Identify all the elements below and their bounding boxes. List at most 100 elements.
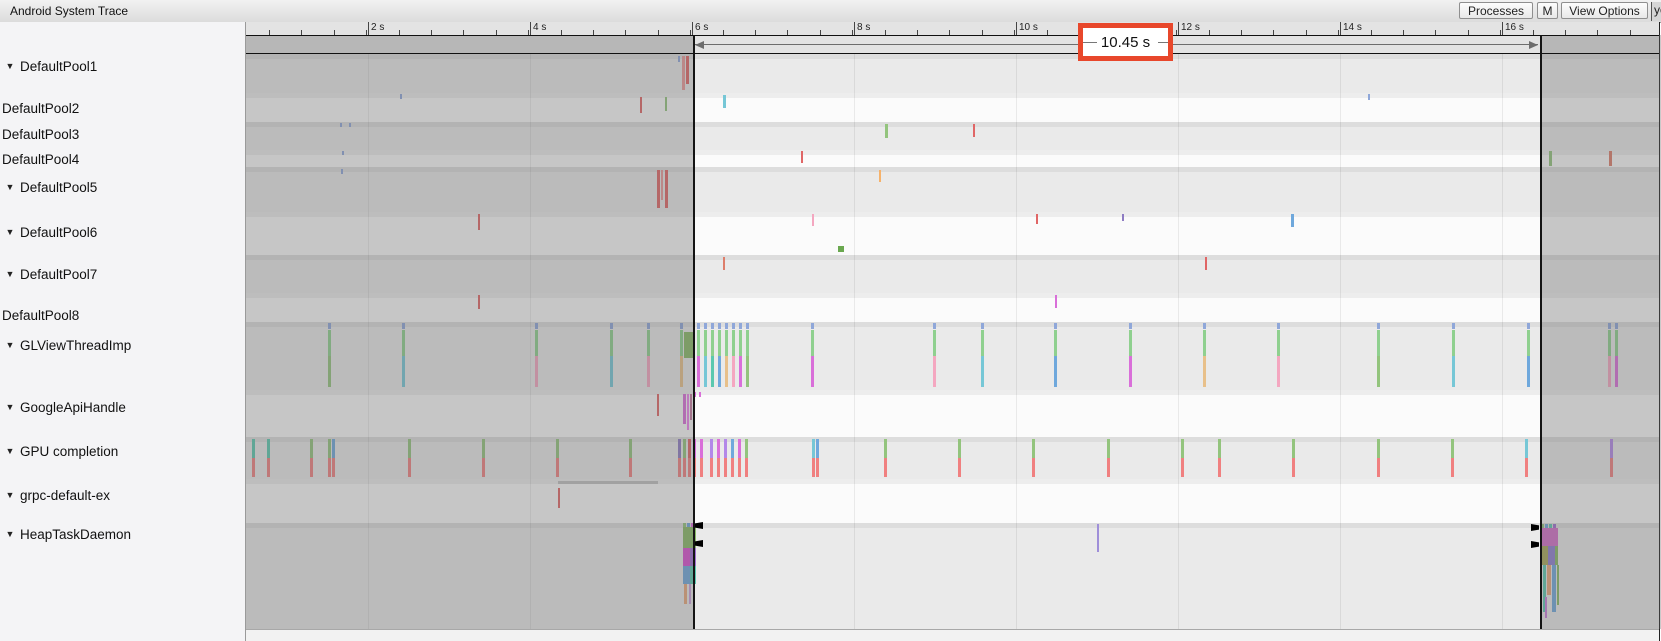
trace-slice-bar — [1292, 439, 1295, 458]
trace-slice-bar — [1107, 439, 1110, 458]
trace-slice-bar — [1451, 458, 1454, 477]
thread-label: DefaultPool4 — [0, 152, 79, 167]
trace-slice-bar — [1377, 439, 1380, 458]
sidebar-item-defaultpool4[interactable]: DefaultPool4 — [0, 151, 79, 167]
trace-mark — [1036, 214, 1038, 224]
ruler-tick-label: 14 s — [1343, 22, 1362, 33]
expander-triangle-icon[interactable]: ▼ — [0, 490, 20, 500]
trace-slice-bar — [933, 323, 936, 329]
trace-slice-bar — [731, 458, 734, 477]
ruler-major-tick — [692, 22, 693, 35]
time-gridline — [1502, 53, 1503, 629]
ruler-minor-tick — [301, 30, 302, 35]
trace-slice-bar — [1452, 323, 1455, 329]
trace-slice-bar — [1292, 458, 1295, 477]
trace-slice-bar — [1527, 330, 1530, 356]
expander-triangle-icon[interactable]: ▼ — [0, 402, 20, 412]
sidebar-item-defaultpool3[interactable]: DefaultPool3 — [0, 126, 79, 142]
trace-slice-bar — [933, 330, 936, 356]
trace-slice-bar — [1218, 458, 1221, 477]
sidebar-item-glviewthreadimp[interactable]: ▼GLViewThreadImp — [0, 337, 131, 353]
ruler-minor-tick — [463, 30, 464, 35]
time-gridline — [1340, 53, 1341, 629]
ruler-major-tick — [1178, 22, 1179, 35]
bottom-strip — [246, 629, 1659, 641]
ruler-minor-tick — [1435, 30, 1436, 35]
trace-mark — [1205, 257, 1207, 270]
ruler-minor-tick — [1597, 30, 1598, 35]
ruler-minor-tick — [625, 30, 626, 35]
ruler-minor-tick — [917, 30, 918, 35]
sidebar-item-defaultpool1[interactable]: ▼DefaultPool1 — [0, 58, 97, 74]
expander-triangle-icon[interactable]: ▼ — [0, 61, 20, 71]
header-button-view-options[interactable]: View Options — [1561, 2, 1648, 19]
ruler-minor-tick — [1630, 30, 1631, 35]
trace-slice-bar — [1277, 330, 1280, 356]
window-title: Android System Trace — [10, 4, 128, 18]
trace-mark — [801, 151, 803, 163]
ruler-minor-tick — [949, 30, 950, 35]
sidebar-item-defaultpool2[interactable]: DefaultPool2 — [0, 100, 79, 116]
sidebar-item-gpu completion[interactable]: ▼GPU completion — [0, 443, 118, 459]
trace-mark — [812, 214, 814, 226]
trace-slice-bar — [1451, 439, 1454, 458]
trace-slice-bar — [732, 323, 735, 329]
trace-slice-bar — [1129, 330, 1132, 356]
trace-slice-bar — [1032, 439, 1035, 458]
thread-label: DefaultPool3 — [0, 127, 79, 142]
trace-slice-bar — [746, 330, 749, 356]
trace-slice-bar — [958, 439, 961, 458]
trace-slice-bar — [811, 330, 814, 356]
trace-slice-bar — [704, 330, 707, 356]
clipped-header-button[interactable]: yo — [1651, 2, 1661, 21]
trace-slice-bar — [697, 323, 700, 329]
thread-list-sidebar: ▼DefaultPool1 DefaultPool2 DefaultPool3 Def… — [0, 22, 246, 641]
trace-mark — [1122, 214, 1124, 221]
trace-slice-bar — [745, 439, 748, 458]
trace-slice-bar — [811, 323, 814, 329]
duration-annotation-box: 10.45 s — [1078, 23, 1173, 61]
trace-slice-bar — [745, 458, 748, 477]
trace-slice-bar — [1377, 323, 1380, 329]
ruler-minor-tick — [1306, 30, 1307, 35]
trace-slice-bar — [1107, 458, 1110, 477]
trace-timeline-canvas[interactable]: 2 s4 s6 s8 s10 s12 s14 s16 s10.45 s — [246, 22, 1660, 641]
expander-triangle-icon[interactable]: ▼ — [0, 340, 20, 350]
header-button-processes[interactable]: Processes — [1459, 2, 1533, 19]
header-button-m[interactable]: M — [1537, 2, 1558, 19]
expander-triangle-icon[interactable]: ▼ — [0, 446, 20, 456]
sidebar-item-defaultpool6[interactable]: ▼DefaultPool6 — [0, 224, 97, 240]
trace-mark — [1097, 524, 1099, 552]
thread-label: DefaultPool2 — [0, 101, 79, 116]
expander-triangle-icon[interactable]: ▼ — [0, 227, 20, 237]
trace-slice-bar — [933, 356, 936, 387]
expander-triangle-icon[interactable]: ▼ — [0, 269, 20, 279]
trace-slice-bar — [1054, 323, 1057, 329]
trace-mark — [973, 124, 975, 137]
trace-slice-bar — [981, 330, 984, 356]
trace-slice-bar — [1203, 323, 1206, 329]
sidebar-item-grpc-default-ex[interactable]: ▼grpc-default-ex — [0, 487, 110, 503]
trace-slice-bar — [1203, 330, 1206, 356]
selection-line-right[interactable] — [1540, 35, 1542, 629]
selection-line-left[interactable] — [693, 35, 695, 629]
expander-triangle-icon[interactable]: ▼ — [0, 182, 20, 192]
ruler-minor-tick — [1565, 30, 1566, 35]
trace-slice-bar — [710, 439, 713, 458]
thread-label: grpc-default-ex — [20, 488, 110, 503]
ruler-major-tick — [530, 22, 531, 35]
time-gridline — [1016, 53, 1017, 629]
sidebar-item-defaultpool7[interactable]: ▼DefaultPool7 — [0, 266, 97, 282]
sidebar-item-heaptaskdaemon[interactable]: ▼HeapTaskDaemon — [0, 526, 131, 542]
sidebar-item-defaultpool5[interactable]: ▼DefaultPool5 — [0, 179, 97, 195]
trace-slice-bar — [746, 356, 749, 387]
ruler-minor-tick — [1371, 30, 1372, 35]
expander-triangle-icon[interactable]: ▼ — [0, 529, 20, 539]
sidebar-item-googleapihandle[interactable]: ▼GoogleApiHandle — [0, 399, 126, 415]
sidebar-item-defaultpool8[interactable]: DefaultPool8 — [0, 307, 79, 323]
trace-slice-bar — [718, 330, 721, 356]
trace-mark — [1055, 295, 1057, 308]
thread-label: GLViewThreadImp — [20, 338, 131, 353]
ruler-minor-tick — [399, 30, 400, 35]
trace-slice-bar — [739, 356, 742, 387]
